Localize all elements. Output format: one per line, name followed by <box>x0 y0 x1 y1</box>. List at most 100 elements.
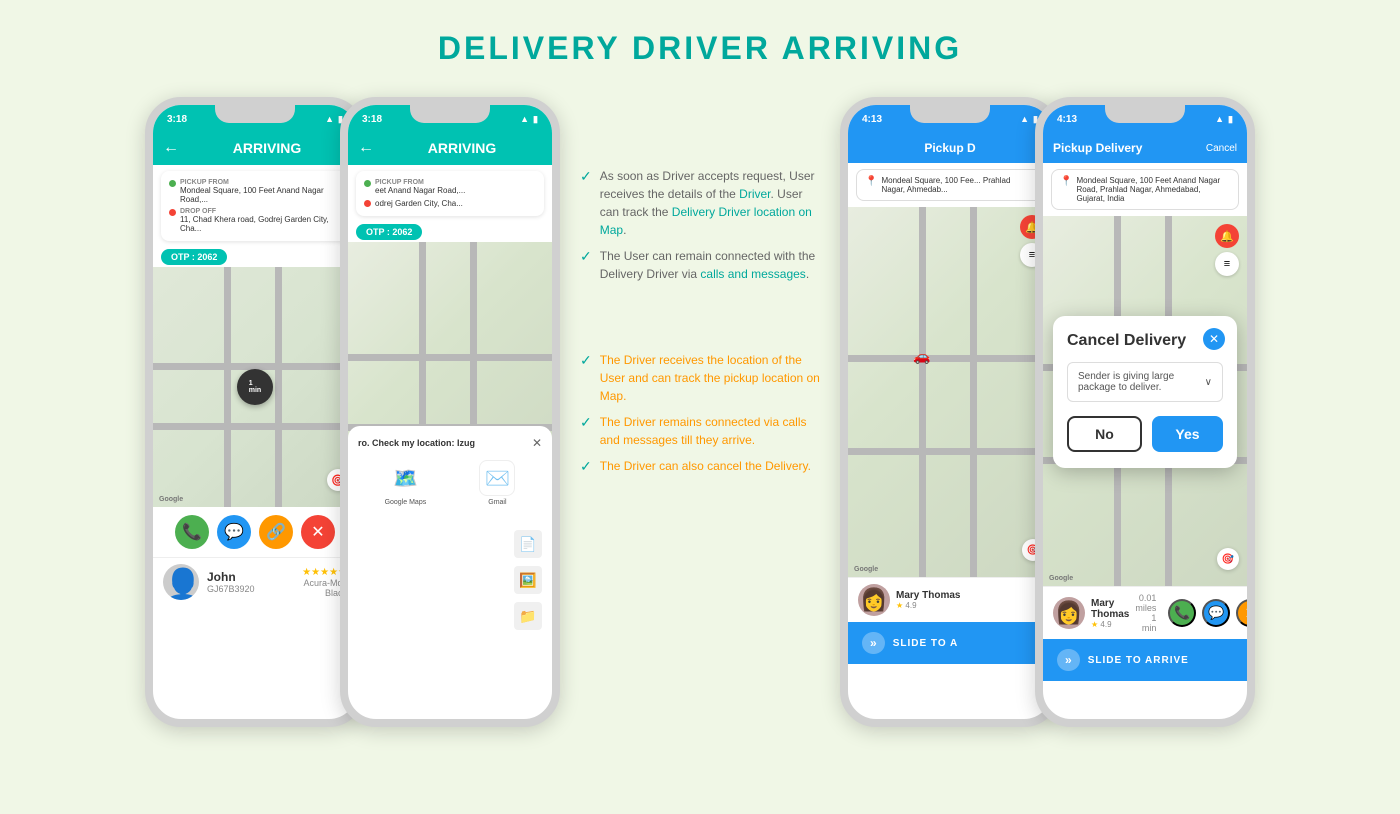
star-icon4: ★ <box>1091 620 1098 629</box>
otp-badge: OTP : 2062 <box>161 249 227 265</box>
phone3-driver-info: Mary Thomas ★ 4.9 <box>896 590 960 610</box>
check-icon3: ✓ <box>580 352 592 405</box>
phone1-time: 3:18 <box>167 114 187 125</box>
phone2-header: ← ARRIVING <box>348 133 552 165</box>
phone2-pickup-row: PICKUP FROM eet Anand Nagar Road,... <box>364 179 536 195</box>
slide-arrow4[interactable]: » <box>1057 649 1080 671</box>
phone2-pickup-info: PICKUP FROM eet Anand Nagar Road,... <box>375 179 465 195</box>
content-area: 3:18 ▲ ▮ ← ARRIVING PICKUP FROM Mondeal … <box>20 97 1380 727</box>
share-button[interactable]: 🔗 <box>259 515 293 549</box>
dropdown-text: Sender is giving large package to delive… <box>1078 371 1205 393</box>
dropoff-label: DROP OFF <box>180 208 341 215</box>
location-btn4[interactable]: 🎯 <box>1217 548 1239 570</box>
phone4-driver-avatar: 👩 <box>1053 597 1085 629</box>
phone4-slide-bar[interactable]: » SLIDE TO ARRIVE <box>1043 639 1247 681</box>
wifi-icon3: ▲ <box>1020 114 1029 124</box>
battery-icon4: ▮ <box>1228 114 1233 125</box>
phone4-address-text: Mondeal Square, 100 Feet Anand Nagar Roa… <box>1076 176 1230 203</box>
phone4-google-label: Google <box>1049 575 1073 582</box>
pin-label: 1min <box>249 380 261 394</box>
annotation-item5: ✓ The Driver can also cancel the Deliver… <box>580 457 820 475</box>
phone3-driver-name: Mary Thomas <box>896 590 960 601</box>
annotation-section1: ✓ As soon as Driver accepts request, Use… <box>580 167 820 291</box>
close-icon: ✕ <box>1209 332 1219 346</box>
location-pin-icon4: 📍 <box>1060 176 1072 187</box>
phone4-cancel-modal: 4:13 ▲ ▮ Pickup Delivery Cancel 📍 Mondea… <box>1035 97 1255 727</box>
cancel-reason-dropdown[interactable]: Sender is giving large package to delive… <box>1067 362 1223 402</box>
gmail-label: Gmail <box>488 499 506 506</box>
google-maps-label: Google Maps <box>385 499 427 506</box>
modal-yes-button[interactable]: Yes <box>1152 416 1223 452</box>
phone4-status-icons: ▲ ▮ <box>1215 114 1233 125</box>
modal-close-button[interactable]: ✕ <box>1203 328 1225 350</box>
annotation-item2: ✓ The User can remain connected with the… <box>580 247 820 283</box>
phone1-header: ← ARRIVING <box>153 133 357 165</box>
phone3-road-h1 <box>848 355 1052 362</box>
pickup-row: PICKUP FROM Mondeal Square, 100 Feet Ana… <box>169 179 341 204</box>
pickup-label: PICKUP FROM <box>180 179 341 186</box>
document-icon-btn[interactable]: 📄 <box>514 530 542 558</box>
dropoff-info: DROP OFF 11, Chad Khera road, Godrej Gar… <box>180 208 341 233</box>
star-icon3: ★ <box>896 601 903 610</box>
call-btn4[interactable]: 📞 <box>1168 599 1196 627</box>
phone4-driver-bar: 👩 Mary Thomas ★ 4.9 0.01 miles 1 min 📞 💬 <box>1043 586 1247 639</box>
dropoff-dot <box>169 209 176 216</box>
back-arrow-icon[interactable]: ← <box>163 139 179 157</box>
phone2-share-view: 3:18 ▲ ▮ ← ARRIVING PICKUP FROM eet Anan… <box>340 97 560 727</box>
phone2-pickup-label: PICKUP FROM <box>375 179 465 186</box>
phone4-map: 🚗 Google 🔔 ≡ 🎯 ✕ Cancel Delivery <box>1043 216 1247 586</box>
notification-icon4[interactable]: 🔔 <box>1215 224 1239 248</box>
phone4-notch <box>1105 105 1185 123</box>
folder-icon-btn[interactable]: 📁 <box>514 602 542 630</box>
annotation-section2: ✓ The Driver receives the location of th… <box>580 351 820 483</box>
check-icon2: ✓ <box>580 248 592 283</box>
phone2-back-icon[interactable]: ← <box>358 139 374 157</box>
phone4-distance-info: 0.01 miles 1 min <box>1135 593 1156 633</box>
pickup-address: Mondeal Square, 100 Feet Anand Nagar Roa… <box>180 186 341 204</box>
phone4-driver-name: Mary Thomas <box>1091 598 1129 620</box>
car-icon3: 🚗 <box>913 348 930 365</box>
msg-btn4[interactable]: 💬 <box>1202 599 1230 627</box>
phone3-map-bg: 🚗 Google 🎯 🔔 ≡ <box>848 207 1052 577</box>
wifi-icon2: ▲ <box>520 114 529 124</box>
phone4-address: 📍 Mondeal Square, 100 Feet Anand Nagar R… <box>1051 169 1239 210</box>
pickup-info: PICKUP FROM Mondeal Square, 100 Feet Ana… <box>180 179 341 204</box>
phone2-dropoff-row: odrej Garden City, Cha... <box>364 199 536 208</box>
map-google-label: Google <box>159 496 183 503</box>
phone2-pickup-addr: eet Anand Nagar Road,... <box>375 186 465 195</box>
phone3-address-text: Mondeal Square, 100 Fee... Prahlad Nagar… <box>881 176 1035 194</box>
google-maps-icon: 🗺️ <box>387 460 423 496</box>
check-icon1: ✓ <box>580 168 592 239</box>
annotations-panel: ✓ As soon as Driver accepts request, Use… <box>560 157 840 493</box>
call-button[interactable]: 📞 <box>175 515 209 549</box>
left-phones-group: 3:18 ▲ ▮ ← ARRIVING PICKUP FROM Mondeal … <box>145 97 560 727</box>
share-close-icon[interactable]: ✕ <box>532 436 542 450</box>
share-gmail[interactable]: ✉️ Gmail <box>479 460 515 506</box>
phone2-dropoff-addr: odrej Garden City, Cha... <box>375 199 463 208</box>
driver-info-bar: 👤 John GJ67B3920 ★★★★★ Acura-Mdx Black <box>153 557 357 606</box>
phone4-action-icons: 📞 💬 ➤ <box>1168 599 1255 627</box>
share-google-maps[interactable]: 🗺️ Google Maps <box>385 460 427 506</box>
cancel-button[interactable]: ✕ <box>301 515 335 549</box>
phone3-slide-bar[interactable]: » SLIDE TO A <box>848 622 1052 664</box>
phone4-cancel-link[interactable]: Cancel <box>1206 143 1237 154</box>
map-road-h2 <box>153 423 357 430</box>
annotation-text2: The User can remain connected with the D… <box>600 247 820 283</box>
nav-btn4[interactable]: ➤ <box>1236 599 1255 627</box>
driver-id: GJ67B3920 <box>207 584 255 594</box>
phone4-map-icons: 🔔 ≡ <box>1215 224 1239 276</box>
message-button[interactable]: 💬 <box>217 515 251 549</box>
menu-icon4[interactable]: ≡ <box>1215 252 1239 276</box>
share-title: ro. Check my location: Izug <box>358 438 475 448</box>
modal-no-button[interactable]: No <box>1067 416 1142 452</box>
phone4-header: Pickup Delivery Cancel <box>1043 133 1247 163</box>
slide-text3: SLIDE TO A <box>893 638 959 649</box>
phone2-icon-buttons: 📄 🖼️ 📁 <box>348 522 552 638</box>
annotation-item3: ✓ The Driver receives the location of th… <box>580 351 820 405</box>
image-icon-btn[interactable]: 🖼️ <box>514 566 542 594</box>
phone3-driver-rating: ★ 4.9 <box>896 601 960 610</box>
phone3-address: 📍 Mondeal Square, 100 Fee... Prahlad Nag… <box>856 169 1044 201</box>
dropoff-row: DROP OFF 11, Chad Khera road, Godrej Gar… <box>169 208 341 233</box>
phone1-map: 1min Google 🎯 <box>153 267 357 507</box>
slide-arrow3[interactable]: » <box>862 632 885 654</box>
